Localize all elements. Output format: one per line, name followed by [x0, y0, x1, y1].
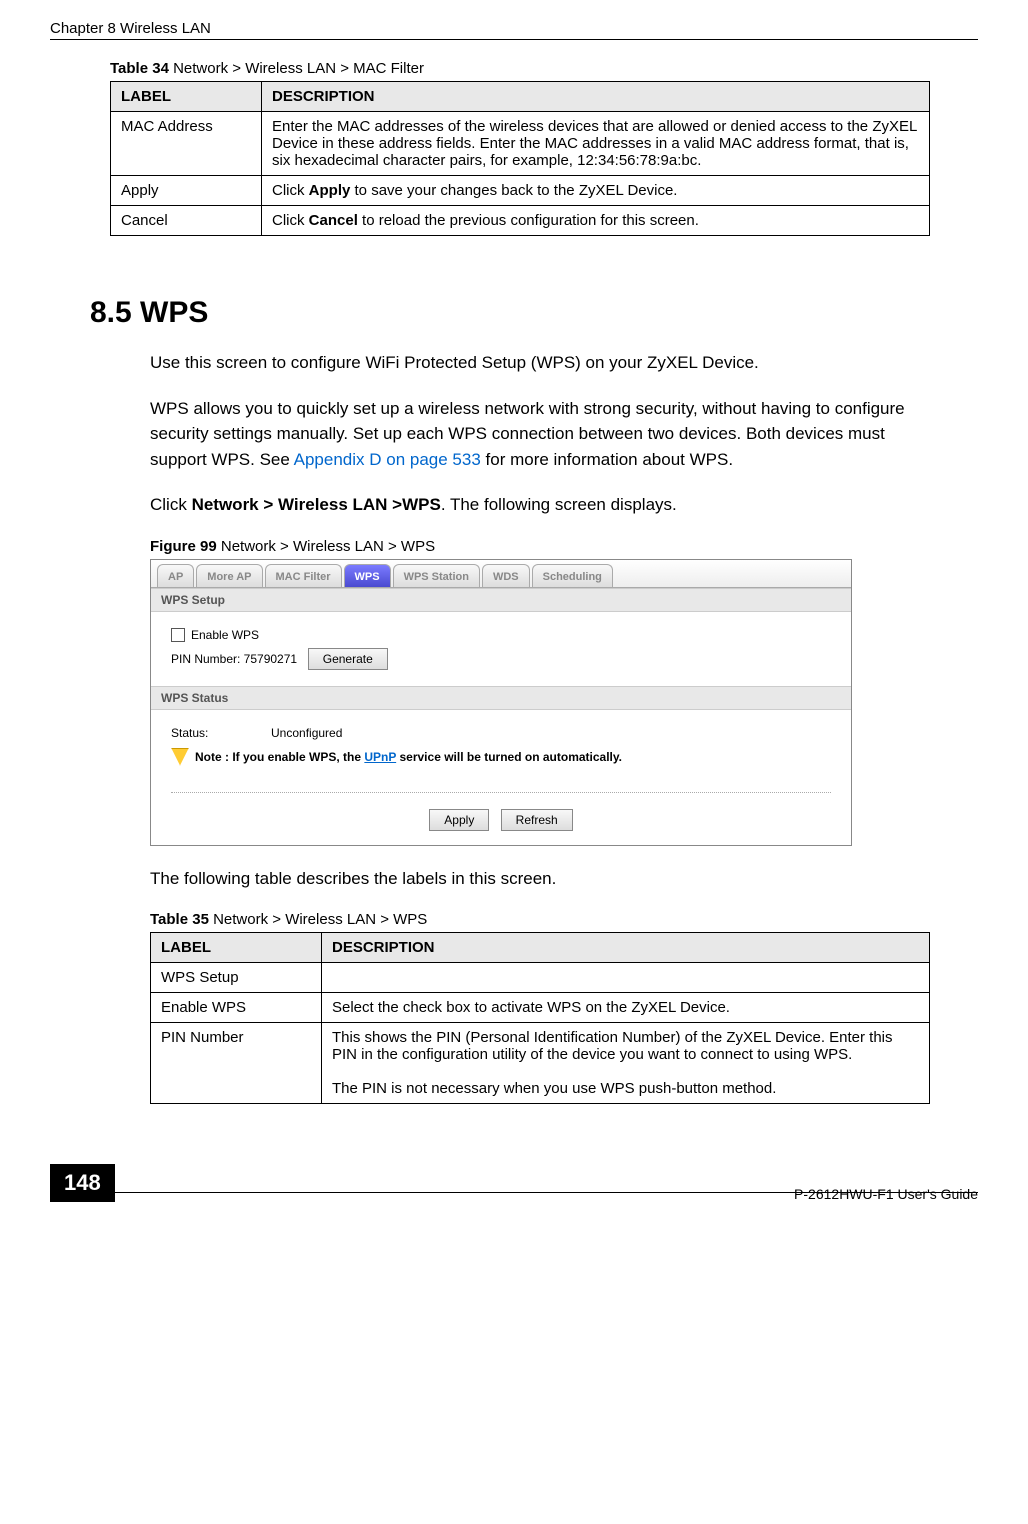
figure99-caption-rest: Network > Wireless LAN > WPS [217, 538, 435, 555]
table35: LABEL DESCRIPTION WPS Setup Enable WPS S… [150, 932, 930, 1104]
tab-wds[interactable]: WDS [482, 564, 530, 587]
generate-button[interactable]: Generate [308, 648, 388, 670]
figure99-caption-bold: Figure 99 [150, 538, 217, 555]
table35-header-desc: DESCRIPTION [322, 933, 930, 963]
paragraph-3: Click Network > Wireless LAN >WPS. The f… [150, 492, 938, 518]
table34-caption: Table 34 Network > Wireless LAN > MAC Fi… [110, 60, 978, 77]
table34-row1-desc: Click Apply to save your changes back to… [262, 176, 930, 206]
table34-row1-label: Apply [111, 176, 262, 206]
pin-number-label: PIN Number: 75790271 [171, 652, 297, 666]
note-icon [171, 748, 189, 766]
table34-header-label: LABEL [111, 82, 262, 112]
table35-caption: Table 35 Network > Wireless LAN > WPS [150, 911, 978, 928]
table35-row1-desc: Select the check box to activate WPS on … [322, 993, 930, 1023]
table34-caption-bold: Table 34 [110, 60, 169, 77]
table35-header-row: LABEL DESCRIPTION [151, 933, 930, 963]
tab-ap[interactable]: AP [157, 564, 194, 587]
status-value: Unconfigured [271, 726, 342, 740]
wps-screenshot: AP More AP MAC Filter WPS WPS Station WD… [150, 559, 852, 846]
table35-row0-desc [322, 963, 930, 993]
figure99-caption: Figure 99 Network > Wireless LAN > WPS [150, 538, 978, 555]
page-number: 148 [50, 1164, 115, 1202]
enable-wps-label: Enable WPS [191, 628, 259, 642]
table34-row0-label: MAC Address [111, 112, 262, 176]
pin-row: PIN Number: 75790271 Generate [171, 648, 831, 670]
tab-mac-filter[interactable]: MAC Filter [265, 564, 342, 587]
tab-bar: AP More AP MAC Filter WPS WPS Station WD… [151, 560, 851, 588]
table34-header-row: LABEL DESCRIPTION [111, 82, 930, 112]
table-row: Enable WPS Select the check box to activ… [151, 993, 930, 1023]
table-row: PIN Number This shows the PIN (Personal … [151, 1023, 930, 1104]
table34: LABEL DESCRIPTION MAC Address Enter the … [110, 81, 930, 236]
table34-row2-desc: Click Cancel to reload the previous conf… [262, 206, 930, 236]
table35-row2-desc: This shows the PIN (Personal Identificat… [322, 1023, 930, 1104]
table-row: Apply Click Apply to save your changes b… [111, 176, 930, 206]
paragraph-1: Use this screen to configure WiFi Protec… [150, 350, 938, 376]
table35-row0-label: WPS Setup [151, 963, 322, 993]
table34-row0-desc: Enter the MAC addresses of the wireless … [262, 112, 930, 176]
wps-status-body: Status: Unconfigured Note : If you enabl… [151, 710, 851, 784]
table34-header-desc: DESCRIPTION [262, 82, 930, 112]
tab-wps[interactable]: WPS [344, 564, 391, 587]
table-row: WPS Setup [151, 963, 930, 993]
wps-setup-bar: WPS Setup [151, 588, 851, 612]
table35-row2-label: PIN Number [151, 1023, 322, 1104]
note-row: Note : If you enable WPS, the UPnP servi… [171, 748, 831, 766]
table34-row2-label: Cancel [111, 206, 262, 236]
upnp-link[interactable]: UPnP [364, 750, 396, 764]
tab-more-ap[interactable]: More AP [196, 564, 262, 587]
table-row: Cancel Click Cancel to reload the previo… [111, 206, 930, 236]
table35-header-label: LABEL [151, 933, 322, 963]
page-header: Chapter 8 Wireless LAN [50, 20, 978, 40]
apply-button[interactable]: Apply [429, 809, 489, 831]
enable-wps-row: Enable WPS [171, 628, 831, 642]
appendix-link[interactable]: Appendix D on page 533 [294, 450, 481, 469]
tab-scheduling[interactable]: Scheduling [532, 564, 613, 587]
table-row: MAC Address Enter the MAC addresses of t… [111, 112, 930, 176]
table35-row1-label: Enable WPS [151, 993, 322, 1023]
status-row: Status: Unconfigured [171, 726, 831, 740]
post-figure-text: The following table describes the labels… [150, 866, 938, 892]
separator [171, 792, 831, 793]
paragraph-2: WPS allows you to quickly set up a wirel… [150, 396, 938, 473]
table35-caption-rest: Network > Wireless LAN > WPS [209, 911, 427, 928]
status-label: Status: [171, 726, 271, 740]
note-text: Note : If you enable WPS, the UPnP servi… [195, 750, 622, 764]
button-row: Apply Refresh [151, 801, 851, 845]
enable-wps-checkbox[interactable] [171, 628, 185, 642]
chapter-title: Chapter 8 Wireless LAN [50, 20, 211, 37]
wps-status-bar: WPS Status [151, 686, 851, 710]
footer-guide: P-2612HWU-F1 User's Guide [50, 1186, 978, 1202]
table34-caption-rest: Network > Wireless LAN > MAC Filter [169, 60, 424, 77]
table35-caption-bold: Table 35 [150, 911, 209, 928]
section-heading: 8.5 WPS [90, 296, 978, 330]
wps-setup-body: Enable WPS PIN Number: 75790271 Generate [151, 612, 851, 686]
tab-wps-station[interactable]: WPS Station [393, 564, 480, 587]
refresh-button[interactable]: Refresh [501, 809, 573, 831]
